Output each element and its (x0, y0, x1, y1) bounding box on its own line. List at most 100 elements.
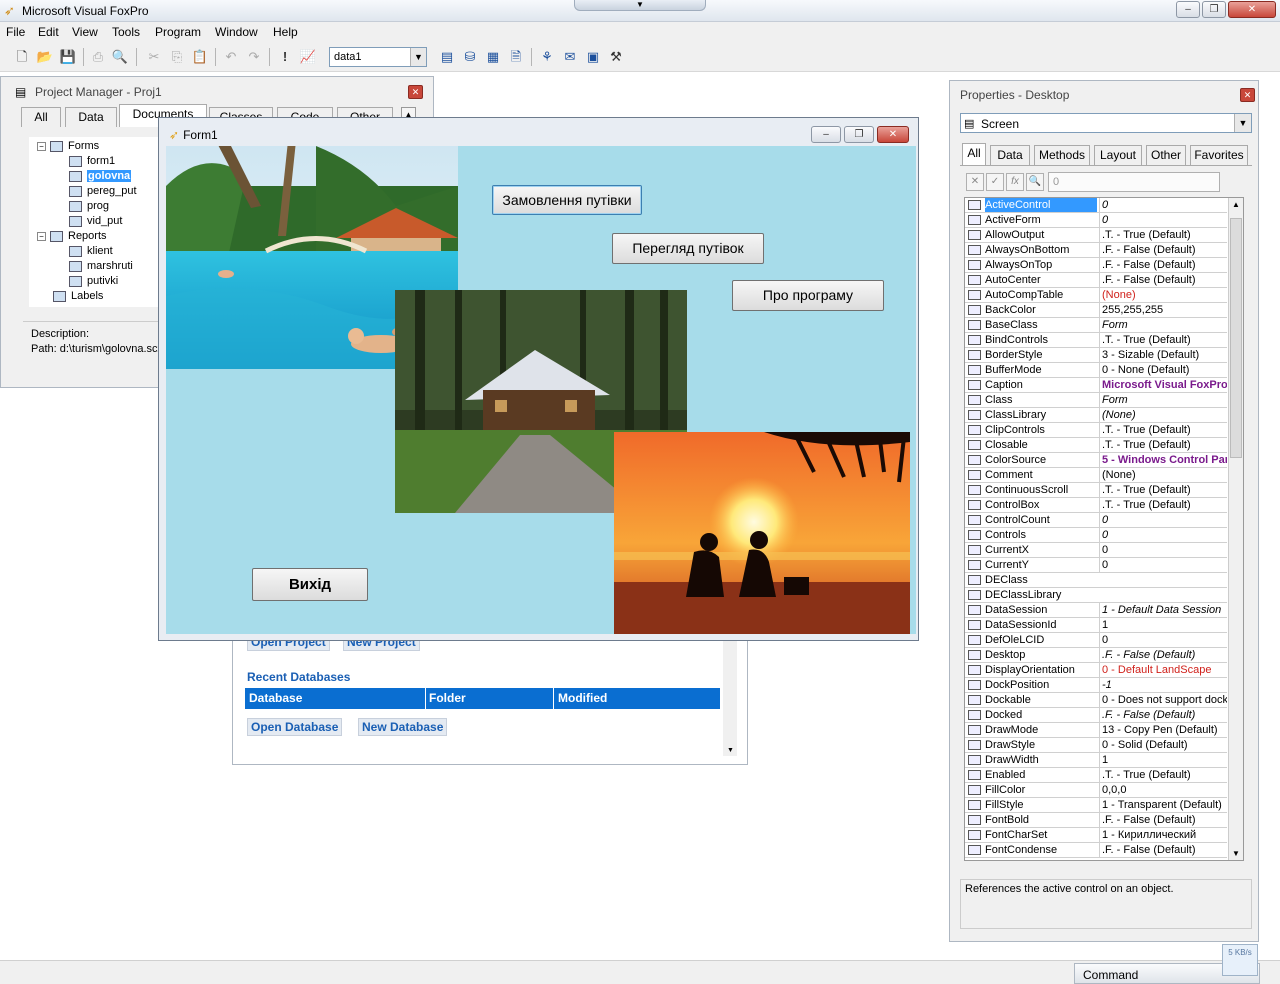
tab-all[interactable]: All (962, 143, 986, 165)
property-value-input[interactable]: 0 (1048, 172, 1220, 192)
property-value[interactable]: .F. - False (Default) (1099, 843, 1227, 857)
menu-view[interactable]: View (72, 25, 98, 39)
collapse-icon[interactable]: − (37, 141, 46, 151)
close-icon[interactable]: ✕ (408, 85, 423, 99)
tree-node-report[interactable]: putivki (69, 275, 118, 287)
view-vouchers-button[interactable]: Перегляд путівок (612, 233, 764, 264)
property-row[interactable]: ControlCount 0 (965, 513, 1227, 528)
property-value[interactable]: 0 (1099, 543, 1227, 557)
property-row[interactable]: Closable .T. - True (Default) (965, 438, 1227, 453)
property-value[interactable]: 1 - Transparent (Default) (1099, 798, 1227, 812)
property-row[interactable]: DrawMode 13 - Copy Pen (Default) (965, 723, 1227, 738)
tab-other[interactable]: Other (1146, 145, 1186, 165)
property-row[interactable]: FillStyle 1 - Transparent (Default) (965, 798, 1227, 813)
property-value[interactable]: 0 - Solid (Default) (1099, 738, 1227, 752)
property-value[interactable]: 0 - Does not support docking (1099, 693, 1227, 707)
property-value[interactable]: .F. - False (Default) (1099, 813, 1227, 827)
chevron-down-icon[interactable]: ▼ (1234, 114, 1251, 132)
property-value[interactable]: 0 (1099, 213, 1227, 227)
property-value[interactable]: -1 (1099, 678, 1227, 692)
property-value[interactable]: .T. - True (Default) (1099, 438, 1227, 452)
property-value[interactable]: Form (1099, 393, 1227, 407)
data-session-icon[interactable]: ⛁ (460, 47, 480, 67)
restore-button[interactable]: ❐ (1202, 1, 1226, 18)
column-modified[interactable]: Modified (558, 691, 607, 705)
object-browser-icon[interactable]: ✉ (560, 47, 580, 67)
property-row[interactable]: FontCharSet 1 - Кириллический (965, 828, 1227, 843)
tree-node-reports[interactable]: − Reports (37, 230, 107, 242)
property-value[interactable]: 1 (1099, 753, 1227, 767)
order-voucher-button[interactable]: Замовлення путівки (492, 185, 642, 215)
property-scrollbar[interactable]: ▲ ▼ (1228, 198, 1243, 860)
open-folder-icon[interactable]: 📂 (35, 47, 55, 67)
property-value[interactable]: .T. - True (Default) (1099, 483, 1227, 497)
property-value[interactable]: .F. - False (Default) (1099, 273, 1227, 287)
property-row[interactable]: FontBold .F. - False (Default) (965, 813, 1227, 828)
command-window-icon[interactable]: ▤ (437, 47, 457, 67)
tree-node-form[interactable]: prog (69, 200, 109, 212)
property-row[interactable]: AutoCompTable (None) (965, 288, 1227, 303)
property-row[interactable]: FillColor 0,0,0 (965, 783, 1227, 798)
object-selector[interactable]: ▤ Screen ▼ (960, 113, 1252, 133)
database-combo[interactable]: data1 ▼ (329, 47, 427, 67)
property-row[interactable]: BindControls .T. - True (Default) (965, 333, 1227, 348)
property-value[interactable]: 1 - Кириллический (1099, 828, 1227, 842)
print-icon[interactable]: ⎙ (88, 47, 108, 67)
print-preview-icon[interactable]: 🔍 (110, 47, 130, 67)
close-button[interactable]: ✕ (1228, 1, 1276, 18)
tab-methods[interactable]: Methods (1034, 145, 1090, 165)
property-value[interactable]: Microsoft Visual FoxPro (1099, 378, 1227, 392)
tab-data[interactable]: Data (990, 145, 1030, 165)
property-value[interactable]: .F. - False (Default) (1099, 648, 1227, 662)
tree-node-report[interactable]: klient (69, 245, 113, 257)
property-value[interactable]: .T. - True (Default) (1099, 333, 1227, 347)
property-row[interactable]: DrawWidth 1 (965, 753, 1227, 768)
property-value[interactable]: .F. - False (Default) (1099, 258, 1227, 272)
tree-node-form[interactable]: golovna (69, 170, 132, 182)
property-row[interactable]: Docked .F. - False (Default) (965, 708, 1227, 723)
property-row[interactable]: ContinuousScroll .T. - True (Default) (965, 483, 1227, 498)
property-row[interactable]: BufferMode 0 - None (Default) (965, 363, 1227, 378)
property-row[interactable]: Controls 0 (965, 528, 1227, 543)
property-row[interactable]: Desktop .F. - False (Default) (965, 648, 1227, 663)
column-folder[interactable]: Folder (429, 691, 466, 705)
property-row[interactable]: Enabled .T. - True (Default) (965, 768, 1227, 783)
menu-help[interactable]: Help (273, 25, 298, 39)
property-row[interactable]: ColorSource 5 - Windows Control Panel (965, 453, 1227, 468)
chevron-down-icon[interactable]: ▼ (410, 48, 426, 66)
property-value[interactable]: (None) (1099, 408, 1227, 422)
menu-edit[interactable]: Edit (38, 25, 59, 39)
property-row[interactable]: DataSessionId 1 (965, 618, 1227, 633)
tree-node-form[interactable]: pereg_put (69, 185, 137, 197)
property-value[interactable]: .F. - False (Default) (1099, 243, 1227, 257)
menu-tools[interactable]: Tools (112, 25, 140, 39)
property-row[interactable]: Dockable 0 - Does not support docking (965, 693, 1227, 708)
tree-node-labels[interactable]: Labels (53, 290, 103, 302)
tree-node-form[interactable]: form1 (69, 155, 115, 167)
property-value[interactable]: .T. - True (Default) (1099, 228, 1227, 242)
redo-icon[interactable]: ↷ (244, 47, 264, 67)
task-pane-icon[interactable]: ▣ (583, 47, 603, 67)
property-row[interactable]: DataSession 1 - Default Data Session (965, 603, 1227, 618)
form-minimize-button[interactable]: – (811, 126, 841, 143)
class-browser-icon[interactable]: ⚘ (537, 47, 557, 67)
property-row[interactable]: Caption Microsoft Visual FoxPro (965, 378, 1227, 393)
paste-icon[interactable]: 📋 (190, 47, 210, 67)
property-row[interactable]: AllowOutput .T. - True (Default) (965, 228, 1227, 243)
property-value[interactable]: 13 - Copy Pen (Default) (1099, 723, 1227, 737)
close-icon[interactable]: ✕ (1240, 88, 1255, 102)
menu-program[interactable]: Program (155, 25, 201, 39)
property-row[interactable]: DefOleLCID 0 (965, 633, 1227, 648)
tree-node-form[interactable]: vid_put (69, 215, 122, 227)
property-row[interactable]: CurrentY 0 (965, 558, 1227, 573)
cut-icon[interactable]: ✂ (144, 47, 164, 67)
new-database-link[interactable]: New Database (358, 718, 448, 736)
property-row[interactable]: FontCondense .F. - False (Default) (965, 843, 1227, 858)
property-value[interactable]: 5 - Windows Control Panel (1099, 453, 1227, 467)
property-value[interactable]: 0 (1099, 633, 1227, 647)
property-row[interactable]: AutoCenter .F. - False (Default) (965, 273, 1227, 288)
modify-form-icon[interactable]: 📈 (298, 47, 318, 67)
property-row[interactable]: BackColor 255,255,255 (965, 303, 1227, 318)
property-row[interactable]: AlwaysOnTop .F. - False (Default) (965, 258, 1227, 273)
property-value[interactable]: 1 - Default Data Session (1099, 603, 1227, 617)
